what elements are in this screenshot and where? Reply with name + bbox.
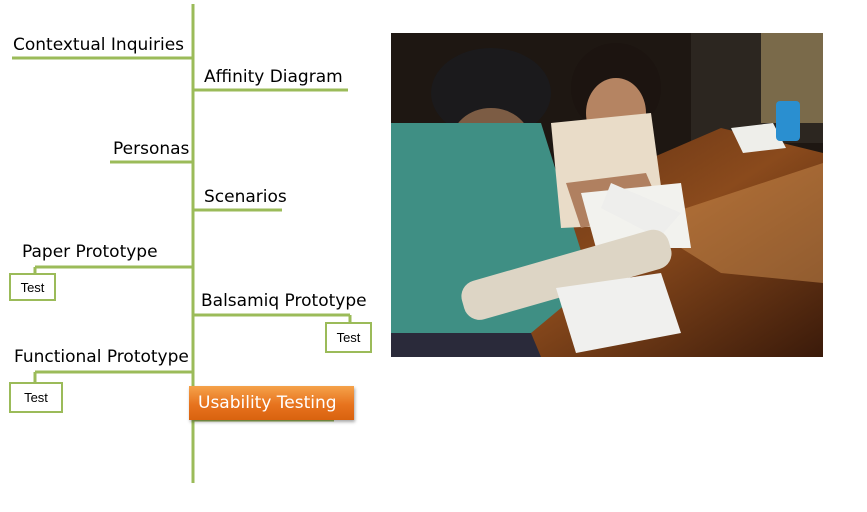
step-contextual-inquiries: Contextual Inquiries: [13, 35, 185, 55]
paper-prototype-test-box: Test: [9, 273, 56, 301]
functional-prototype-test-box: Test: [9, 382, 63, 413]
photo-two-people-reviewing-paper: [391, 33, 823, 357]
step-functional-prototype: Functional Prototype: [14, 347, 189, 367]
step-personas: Personas: [113, 139, 190, 159]
step-balsamiq-prototype: Balsamiq Prototype: [201, 291, 367, 311]
photo-icon: [391, 33, 823, 357]
step-affinity-diagram: Affinity Diagram: [204, 67, 343, 87]
step-scenarios: Scenarios: [204, 187, 287, 207]
step-usability-testing-highlighted: Usability Testing: [189, 386, 354, 420]
balsamiq-prototype-test-box: Test: [325, 322, 372, 353]
step-paper-prototype: Paper Prototype: [22, 242, 158, 262]
